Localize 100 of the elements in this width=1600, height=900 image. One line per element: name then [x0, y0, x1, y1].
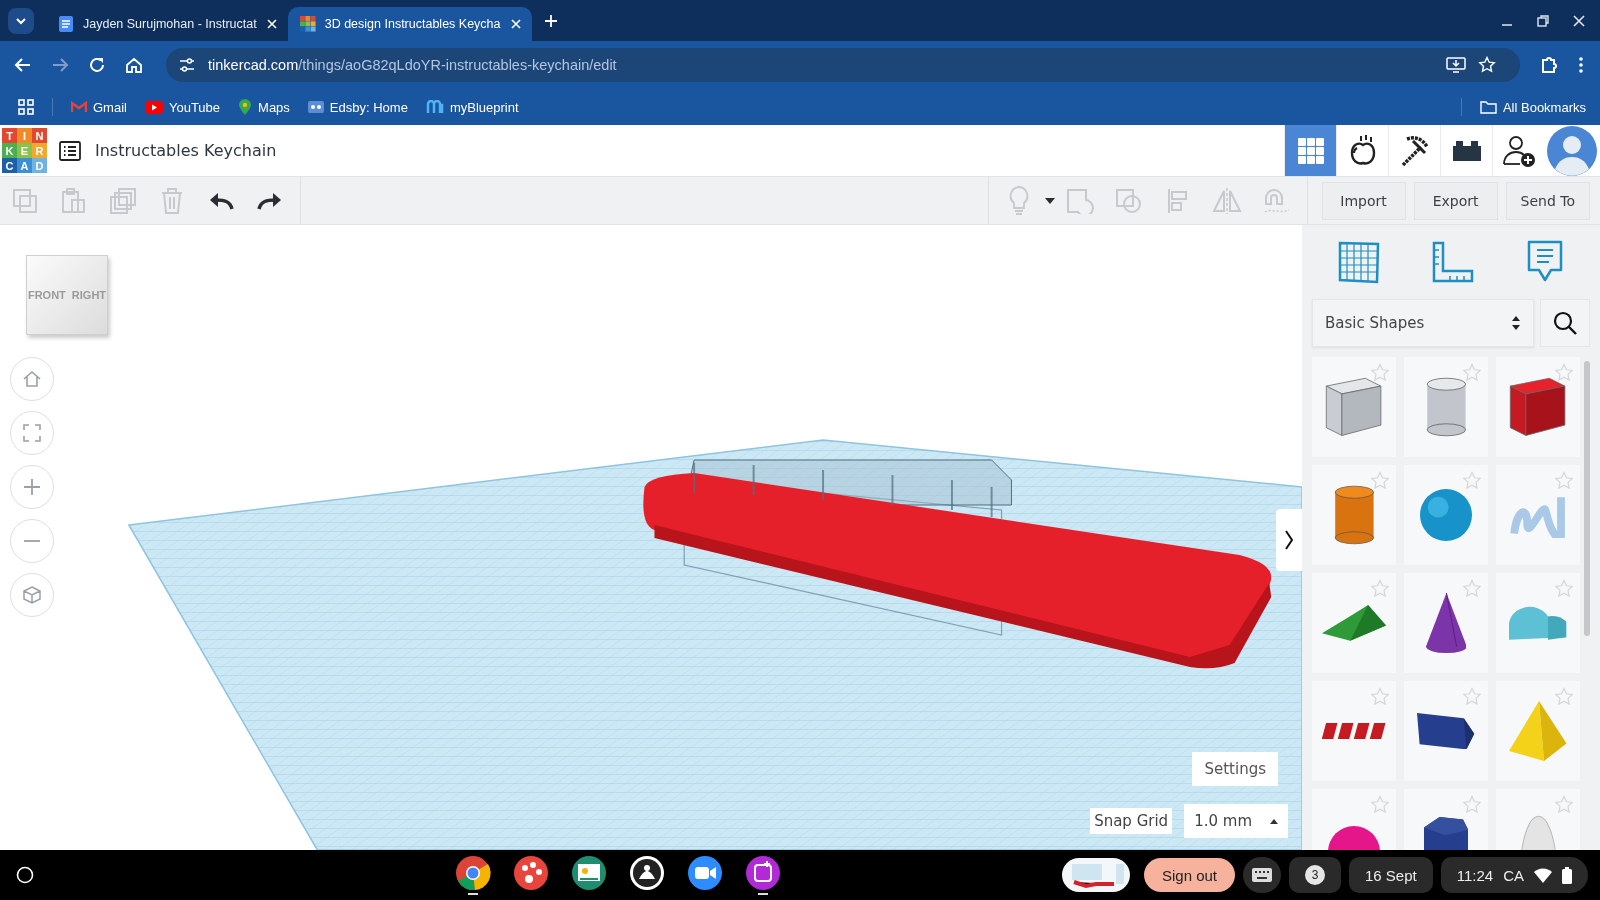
bookmark-link[interactable]: Edsby: Home — [307, 99, 408, 115]
bookmark-label: Gmail — [93, 99, 127, 115]
shape-tile[interactable] — [1312, 465, 1396, 565]
taskbar-app[interactable] — [745, 855, 781, 895]
search-icon — [1553, 311, 1577, 335]
mirror-icon — [1212, 186, 1243, 215]
avatar-icon[interactable] — [1546, 124, 1598, 177]
all-bookmarks-button[interactable]: All Bookmarks — [1479, 99, 1586, 115]
address-bar[interactable]: tinkercad.com/things/aoG82qLdoYR-instructables-keychain/edit — [166, 48, 1520, 82]
shape-tile[interactable] — [1496, 465, 1580, 565]
back-icon[interactable] — [14, 56, 32, 74]
browser-tab[interactable]: 3D design Instructables Keycha — [287, 7, 532, 41]
browser-tab[interactable]: Jayden Surujmohan - Instructat — [46, 7, 288, 41]
reader-app-icon — [629, 855, 665, 891]
shape-tile[interactable] — [1496, 681, 1580, 781]
shape-tile[interactable] — [1404, 573, 1488, 673]
bookmark-link[interactable]: myBlueprint — [425, 99, 519, 115]
favorite-star-icon[interactable] — [1462, 471, 1482, 491]
apps-icon[interactable] — [18, 99, 34, 115]
favorite-star-icon[interactable] — [1462, 795, 1482, 815]
play-icon — [144, 100, 163, 114]
shape-tile[interactable] — [1404, 357, 1488, 457]
pyramid-shape-icon — [1509, 701, 1567, 761]
favorite-star-icon[interactable] — [1462, 363, 1482, 383]
tab-list-button[interactable] — [8, 7, 34, 34]
shape-tile[interactable] — [1496, 573, 1580, 673]
caret-icon[interactable] — [1043, 196, 1056, 205]
shape-tile[interactable] — [1312, 573, 1396, 673]
panel-toggle-button[interactable] — [1276, 509, 1302, 571]
tab-title: 3D design Instructables Keycha — [324, 17, 501, 31]
favorite-star-icon[interactable] — [1554, 687, 1574, 707]
blueprint-icon — [425, 100, 444, 114]
snap-grid-dropdown[interactable]: 1.0 mm — [1184, 804, 1288, 838]
favorite-star-icon[interactable] — [1554, 579, 1574, 599]
ruler-icon[interactable] — [1431, 240, 1475, 284]
logo-letter[interactable]: C — [2, 158, 17, 173]
close-window-icon[interactable] — [1572, 13, 1586, 28]
new-tab-icon[interactable] — [543, 13, 558, 28]
text-shape-icon — [1322, 723, 1386, 739]
cube-icon — [22, 585, 42, 605]
apple-icon — [1348, 134, 1377, 167]
home-icon[interactable] — [125, 56, 143, 74]
shape-tile[interactable] — [1404, 465, 1488, 565]
region-text: CA — [1503, 866, 1524, 884]
restore-icon[interactable] — [1536, 13, 1550, 28]
action-button[interactable]: Export — [1413, 181, 1498, 220]
favorite-star-icon[interactable] — [1462, 579, 1482, 599]
install-app-icon[interactable] — [1446, 56, 1466, 74]
keyboard-button[interactable] — [1243, 857, 1281, 893]
date-button[interactable]: 16 Sept — [1349, 857, 1433, 893]
favorite-star-icon[interactable] — [1370, 687, 1390, 707]
status-area[interactable]: 11:24 CA — [1440, 857, 1588, 893]
notification-count: 3 — [1305, 865, 1325, 885]
chevron-right-icon — [1284, 529, 1294, 551]
launcher-icon[interactable] — [16, 866, 34, 884]
caret-icon — [1270, 818, 1278, 824]
more-icon[interactable] — [1578, 56, 1584, 74]
shape-tile[interactable] — [1496, 357, 1580, 457]
favorite-star-icon[interactable] — [1554, 471, 1574, 491]
shape-category-dropdown[interactable]: Basic Shapes — [1312, 299, 1534, 347]
search-button[interactable] — [1540, 299, 1590, 347]
logo-letter[interactable]: N — [32, 128, 47, 143]
bookmark-link[interactable]: Gmail — [71, 99, 127, 115]
paraboloid-shape-icon — [1518, 814, 1558, 850]
favorite-star-icon[interactable] — [1370, 471, 1390, 491]
notification-button[interactable]: 3 — [1289, 857, 1341, 893]
shape-tile[interactable] — [1404, 681, 1488, 781]
shape-tile[interactable] — [1312, 357, 1396, 457]
action-button[interactable]: Import — [1321, 181, 1406, 220]
brick-icon — [1451, 139, 1482, 162]
extensions-icon[interactable] — [1539, 55, 1559, 75]
logo-letter[interactable]: T — [2, 128, 17, 143]
star-icon[interactable] — [1478, 56, 1496, 74]
mail-icon — [71, 101, 87, 113]
menu-icon[interactable] — [59, 140, 81, 161]
box-hole-shape-icon — [1325, 377, 1383, 437]
shape-tile[interactable] — [1312, 681, 1396, 781]
bookmark-link[interactable]: Maps — [238, 98, 290, 116]
workplane-grid-icon[interactable] — [1337, 240, 1381, 284]
close-icon[interactable] — [265, 18, 278, 30]
duplicate-icon — [108, 186, 137, 215]
reload-icon[interactable] — [88, 56, 106, 74]
favorite-star-icon[interactable] — [1370, 579, 1390, 599]
forward-icon[interactable] — [51, 56, 69, 74]
favorite-star-icon[interactable] — [1462, 687, 1482, 707]
favorite-star-icon[interactable] — [1554, 363, 1574, 383]
favorite-star-icon[interactable] — [1370, 363, 1390, 383]
design-title[interactable]: Instructables Keychain — [95, 141, 277, 160]
close-icon[interactable] — [509, 18, 522, 30]
favorite-star-icon[interactable] — [1554, 795, 1574, 815]
favorite-star-icon[interactable] — [1370, 795, 1390, 815]
action-button[interactable]: Send To — [1505, 181, 1590, 220]
site-settings-icon[interactable] — [178, 56, 196, 74]
settings-button[interactable]: Settings — [1192, 752, 1278, 786]
trash-icon — [159, 186, 184, 215]
bookmark-link[interactable]: YouTube — [144, 99, 221, 115]
sign-out-button[interactable]: Sign out — [1143, 858, 1235, 892]
clipboard-icon — [60, 187, 87, 214]
taskbar-app[interactable] — [455, 855, 491, 895]
cylinder-hole-shape-icon — [1425, 377, 1467, 437]
